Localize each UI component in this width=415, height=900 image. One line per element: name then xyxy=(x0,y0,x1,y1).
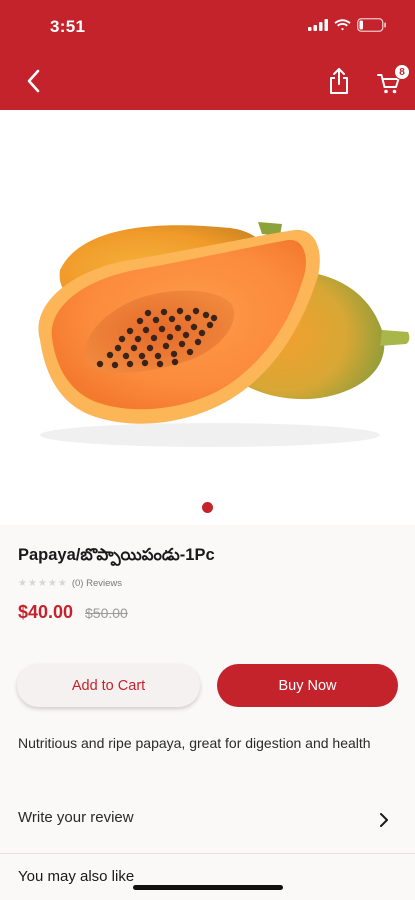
add-to-cart-button[interactable]: Add to Cart xyxy=(17,664,200,707)
back-arrow-icon xyxy=(27,69,40,93)
wifi-icon xyxy=(334,19,351,31)
cart-button[interactable]: 8 xyxy=(376,64,410,98)
star-icon: ★ xyxy=(57,577,67,589)
app-header: 3:51 8 xyxy=(0,0,415,110)
product-price: $40.00 xyxy=(18,602,74,622)
rating-row: ★ ★ ★ ★ ★ (0) Reviews xyxy=(18,578,122,589)
cart-count-badge: 8 xyxy=(394,64,410,80)
star-icon: ★ xyxy=(18,577,27,589)
status-icons xyxy=(308,18,387,32)
reviews-count[interactable]: (0) Reviews xyxy=(72,578,122,589)
write-review-row[interactable]: Write your review xyxy=(0,796,415,854)
home-indicator[interactable] xyxy=(133,885,283,890)
buy-now-button[interactable]: Buy Now xyxy=(217,664,398,707)
product-image xyxy=(38,222,410,447)
chevron-right-icon xyxy=(380,813,388,827)
product-title: Papaya/బొప్పాయిపండు-1Pc xyxy=(18,546,215,564)
share-button[interactable] xyxy=(324,64,354,98)
product-image-carousel[interactable] xyxy=(0,110,415,525)
star-icon: ★ xyxy=(27,577,37,589)
product-description: Nutritious and ripe papaya, great for di… xyxy=(18,735,371,751)
battery-icon xyxy=(357,18,386,32)
share-icon xyxy=(330,68,348,94)
star-icon: ★ xyxy=(37,577,47,589)
status-time: 3:51 xyxy=(50,17,86,36)
carousel-indicator[interactable] xyxy=(202,502,213,513)
star-icon: ★ xyxy=(47,577,57,589)
related-products-title: You may also like xyxy=(18,868,135,885)
back-button[interactable] xyxy=(18,64,48,98)
product-old-price: $50.00 xyxy=(85,605,128,621)
write-review-label: Write your review xyxy=(18,809,134,826)
signal-icon xyxy=(308,19,328,31)
